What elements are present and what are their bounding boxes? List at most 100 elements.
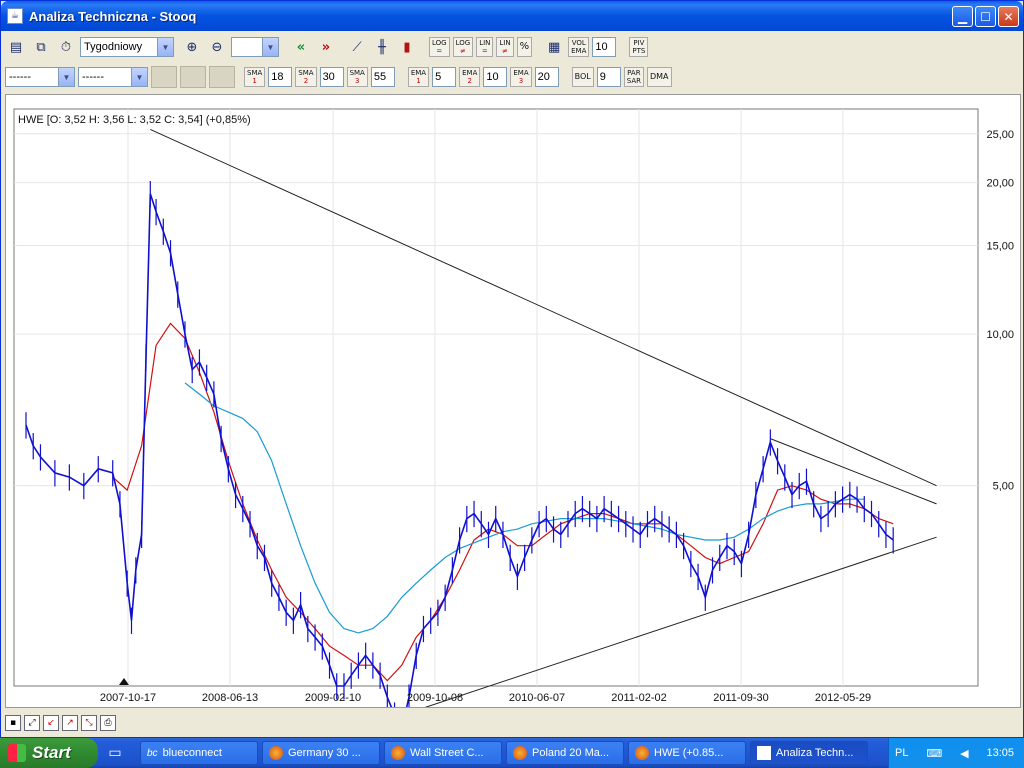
task-firefox-poland[interactable]: Poland 20 Ma... xyxy=(506,741,624,765)
candle-chart-icon[interactable]: ▮ xyxy=(396,36,418,58)
minimize-button[interactable]: ▁ xyxy=(952,6,973,27)
maximize-button[interactable]: ☐ xyxy=(975,6,996,27)
back-arrow-icon[interactable]: ◀ xyxy=(960,747,968,760)
ema1-input[interactable]: 5 xyxy=(432,67,457,87)
x-tick-label: 2009-10-08 xyxy=(407,692,463,704)
app-icon: ☕ xyxy=(7,8,23,24)
x-tick-label: 2010-06-07 xyxy=(509,692,565,704)
expand-icon[interactable]: ↗ xyxy=(62,715,78,731)
indicator-toolbar: ------ ▼ ------ ▼ SMA 1 18 SMA 2 30 SMA 3 5… xyxy=(5,63,1021,91)
empty-slot[interactable] xyxy=(180,66,206,88)
empty-slot[interactable] xyxy=(209,66,235,88)
x-tick-label: 2009-02-10 xyxy=(305,692,361,704)
interval-select[interactable]: Tygodniowy ▼ xyxy=(80,37,174,57)
window-icon[interactable]: ⧉ xyxy=(30,36,52,58)
ema1-button[interactable]: EMA 1 xyxy=(407,67,430,87)
lin-notequal-button[interactable]: LIN ≠ xyxy=(496,37,514,57)
close-button[interactable]: ✕ xyxy=(998,6,1019,27)
timer-icon[interactable]: ⏱ xyxy=(55,36,77,58)
sma2-button[interactable]: SMA 2 xyxy=(295,67,317,87)
y-tick-label: 20,00 xyxy=(986,178,1014,190)
y-tick-label: 10,00 xyxy=(986,329,1014,341)
rewind-icon[interactable]: « xyxy=(290,36,312,58)
chevron-down-icon: ▼ xyxy=(262,38,278,56)
blueconnect-icon: bc xyxy=(147,747,158,759)
zoom-select[interactable]: ▼ xyxy=(231,37,279,57)
sma2-input[interactable]: 30 xyxy=(319,67,344,87)
sma1-input[interactable]: 18 xyxy=(268,67,293,87)
parabolic-sar-button[interactable]: PAR SAR xyxy=(623,67,644,87)
shrink-icon[interactable]: ↙ xyxy=(43,715,59,731)
log-notequal-button[interactable]: LOG ≠ xyxy=(452,37,474,57)
vol-ema-button[interactable]: VOL EMA xyxy=(568,37,590,57)
window-controls: ▁ ☐ ✕ xyxy=(952,6,1019,27)
y-tick-label: 25,00 xyxy=(986,129,1014,141)
start-button[interactable]: Start xyxy=(0,738,98,768)
volume-chart-icon[interactable]: ▦ xyxy=(543,36,565,58)
java-app-icon xyxy=(757,746,771,760)
line-chart-icon[interactable]: ⟋ xyxy=(346,36,368,58)
log-equal-button[interactable]: LOG = xyxy=(429,37,450,57)
window-title: Analiza Techniczna - Stooq xyxy=(29,8,197,24)
print-icon[interactable]: ⎙ xyxy=(100,715,116,731)
percent-button[interactable]: % xyxy=(516,37,533,57)
task-analiza[interactable]: Analiza Techn... xyxy=(750,741,868,765)
bollinger-button[interactable]: BOL xyxy=(571,67,594,87)
chevron-down-icon: ▼ xyxy=(157,38,173,56)
overlay-select-1[interactable]: ------ ▼ xyxy=(5,67,75,87)
system-tray: PL ⌨ ◀ 13:05 xyxy=(888,738,1024,768)
pivot-points-button[interactable]: PIV PTS xyxy=(629,37,649,57)
bottom-toolbar: ▪ ⤢ ↙ ↗ ⤡ ⎙ xyxy=(5,715,116,735)
windows-logo-icon xyxy=(8,744,26,762)
ema3-button[interactable]: EMA 3 xyxy=(510,67,532,87)
bar-chart-icon[interactable]: ╫ xyxy=(371,36,393,58)
task-firefox-hwe[interactable]: HWE (+0.85... xyxy=(628,741,746,765)
x-tick-label: 2012-05-29 xyxy=(815,692,871,704)
save-icon[interactable]: ▪ xyxy=(5,715,21,731)
new-chart-icon[interactable]: ▤ xyxy=(5,36,27,58)
task-blueconnect[interactable]: bc blueconnect xyxy=(140,741,258,765)
sma1-button[interactable]: SMA 1 xyxy=(244,67,266,87)
resize-icon[interactable]: ⤡ xyxy=(81,715,97,731)
sma3-button[interactable]: SMA 3 xyxy=(346,67,368,87)
language-indicator[interactable]: PL xyxy=(895,747,908,759)
dma-button[interactable]: DMA xyxy=(646,67,672,87)
chevron-down-icon: ▼ xyxy=(58,68,74,86)
bollinger-input[interactable]: 9 xyxy=(596,67,621,87)
clock: 13:05 xyxy=(986,747,1014,759)
task-firefox-wallstreet[interactable]: Wall Street C... xyxy=(384,741,502,765)
chevron-down-icon: ▼ xyxy=(131,68,147,86)
show-desktop-icon[interactable]: ▭ xyxy=(104,741,126,765)
chart-legend: HWE [O: 3,52 H: 3,56 L: 3,52 C: 3,54] (+… xyxy=(18,114,251,126)
empty-slot[interactable] xyxy=(151,66,177,88)
keyboard-icon[interactable]: ⌨ xyxy=(926,747,942,760)
firefox-icon xyxy=(513,746,527,760)
plot-frame xyxy=(13,108,979,687)
ema2-input[interactable]: 10 xyxy=(483,67,508,87)
overlay-select-2[interactable]: ------ ▼ xyxy=(78,67,148,87)
taskbar-items: bc blueconnect Germany 30 ... Wall Street… xyxy=(140,741,868,765)
y-tick-label: 5,00 xyxy=(993,481,1014,493)
forward-icon[interactable]: » xyxy=(315,36,337,58)
ema2-button[interactable]: EMA 2 xyxy=(459,67,481,87)
x-tick-label: 2008-06-13 xyxy=(202,692,258,704)
task-firefox-germany[interactable]: Germany 30 ... xyxy=(262,741,380,765)
x-tick-label: 2007-10-17 xyxy=(100,692,156,704)
x-tick-label: 2011-02-02 xyxy=(611,692,666,704)
price-chart[interactable]: 25,00 20,00 15,00 10,00 5,00 2007-10-17 2008-… xyxy=(6,95,1020,742)
vol-ema-input[interactable]: 10 xyxy=(592,37,617,57)
x-tick-label: 2011-09-30 xyxy=(713,692,768,704)
chart-area[interactable]: 25,00 20,00 15,00 10,00 5,00 2007-10-17 2008-… xyxy=(5,94,1021,742)
y-axis: 25,00 20,00 15,00 10,00 5,00 xyxy=(986,129,1014,493)
fit-icon[interactable]: ⤢ xyxy=(24,715,40,731)
zoom-in-icon[interactable]: ⊕ xyxy=(181,36,203,58)
firefox-icon xyxy=(391,746,405,760)
x-axis: 2007-10-17 2008-06-13 2009-02-10 2009-10-08… xyxy=(100,692,871,704)
ema3-input[interactable]: 20 xyxy=(534,67,559,87)
y-tick-label: 15,00 xyxy=(986,240,1014,252)
sma3-input[interactable]: 55 xyxy=(370,67,395,87)
zoom-out-icon[interactable]: ⊖ xyxy=(206,36,228,58)
lin-equal-button[interactable]: LIN = xyxy=(476,37,494,57)
title-bar[interactable]: ☕ Analiza Techniczna - Stooq ▁ ☐ ✕ xyxy=(1,1,1023,31)
interval-select-value: Tygodniowy xyxy=(84,41,143,53)
